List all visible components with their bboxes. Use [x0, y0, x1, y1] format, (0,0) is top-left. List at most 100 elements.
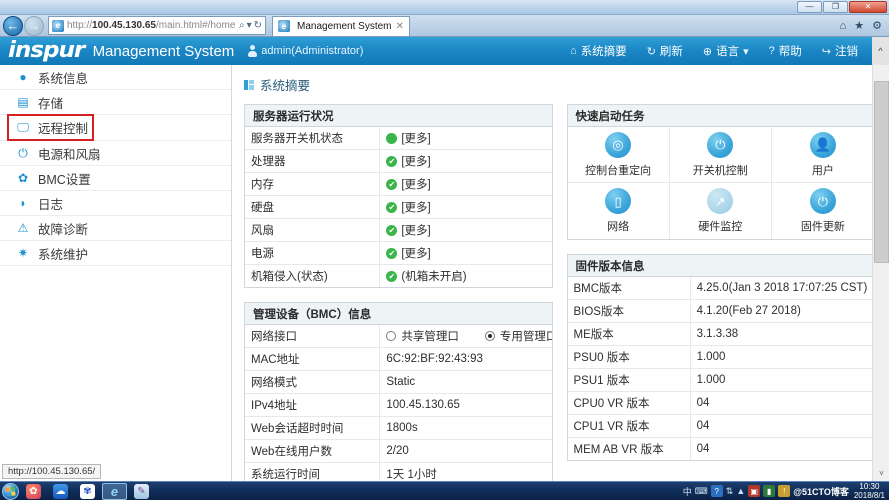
tab-close-icon[interactable]: ✕ [396, 21, 404, 32]
search-icon[interactable]: ⌕ [239, 20, 245, 31]
notification-icon[interactable]: ! [778, 485, 791, 497]
close-button[interactable]: ✕ [849, 1, 887, 13]
window-titlebar: — ❐ ✕ [0, 0, 889, 15]
row-value: 04 [690, 391, 874, 415]
more-link[interactable]: [更多] [401, 202, 430, 214]
quick-task-users[interactable]: 👤 用户 [771, 127, 874, 183]
topnav-label: 系统摘要 [580, 46, 627, 58]
table-row: MAC地址 6C:92:BF:92:43:93 [245, 347, 552, 371]
row-key: 服务器开关机状态 [245, 127, 381, 150]
topnav-item-help[interactable]: ? 帮助 [759, 43, 812, 59]
sidebar-item-system-info[interactable]: ● 系统信息 [0, 65, 231, 90]
sync-icon[interactable]: ⇅ [726, 486, 734, 497]
topnav-item-logout[interactable]: ↪ 注销 [812, 43, 868, 59]
table-row: ME版本 3.1.3.38 [567, 322, 874, 346]
taskbar-app-baidu[interactable]: ✾ [75, 483, 100, 500]
topnav-item-refresh[interactable]: ↻ 刷新 [637, 43, 693, 59]
tools-icon: ✷ [17, 246, 29, 260]
taskbar-app-ie[interactable]: e [102, 482, 127, 500]
antivirus-icon[interactable]: ▣ [748, 485, 761, 497]
refresh-icon[interactable]: ↻ [254, 20, 262, 31]
browser-tab[interactable]: e Management System ✕ [272, 15, 410, 36]
help-icon[interactable]: ? [710, 485, 723, 497]
topnav-label: 帮助 [778, 46, 802, 58]
maximize-button[interactable]: ❐ [823, 1, 848, 13]
quick-task-label: 网络 [607, 221, 630, 233]
address-bar[interactable]: e http://100.45.130.65/main.html#/home ⌕… [48, 16, 266, 35]
sidebar-item-fault-diagnosis[interactable]: ⚠ 故障诊断 [0, 216, 231, 241]
firmware-version-panel: 固件版本信息 BMC版本 4.25.0(Jan 3 2018 17:07:25 C… [566, 254, 875, 461]
start-button[interactable] [2, 482, 19, 500]
app-header: inspur Management System admin(Administr… [0, 37, 889, 65]
quick-tasks-grid: ◎ 控制台重定向 ⏻ 开关机控制 👤 用户 ▯ 网络 ↗ 硬件监控 ⏻ 固件更新 [567, 127, 875, 239]
row-key: PSU0 版本 [567, 345, 691, 369]
table-row: Web在线用户数 2/20 [245, 439, 552, 463]
table-row: PSU1 版本 1.000 [567, 368, 874, 392]
topnav-item-system-summary[interactable]: ⌂ 系统摘要 [560, 43, 637, 59]
taskbar-app-colorful[interactable]: ✿ [21, 483, 46, 500]
taskbar-clock[interactable]: 10:30 2018/8/1 [852, 482, 885, 500]
radio-label: 专用管理口 [499, 331, 552, 343]
table-row: 内存 [更多] [245, 172, 552, 196]
status-check-icon [386, 248, 398, 259]
topnav-item-language[interactable]: ⊕ 语言 ▾ [693, 43, 759, 59]
radio-shared-port[interactable]: 共享管理口 [386, 328, 459, 344]
scrollbar-down-arrow[interactable]: ˅ [873, 465, 889, 481]
monitor-icon: ▯ [605, 188, 632, 214]
home-icon[interactable]: ⌂ [840, 20, 847, 32]
status-bar-url: http://100.45.130.65/ [2, 464, 102, 479]
table-row: PSU0 版本 1.000 [567, 345, 874, 369]
quick-task-console-redirect[interactable]: ◎ 控制台重定向 [567, 127, 670, 183]
quick-task-power-control[interactable]: ⏻ 开关机控制 [669, 127, 772, 183]
back-button[interactable]: ← [3, 15, 23, 36]
row-value: Static [379, 370, 552, 394]
table-row: BMC版本 4.25.0(Jan 3 2018 17:07:25 CST) [567, 277, 874, 300]
chevron-down-icon[interactable]: ▾ [247, 20, 252, 31]
row-value: 1天 1小时 [386, 469, 437, 481]
forward-button[interactable]: → [24, 15, 44, 36]
keyboard-icon[interactable]: ⌨ [695, 486, 708, 497]
row-value: (机箱未开启) [380, 265, 552, 288]
current-user: admin(Administrator) [248, 45, 363, 57]
row-value: 4.25.0(Jan 3 2018 17:07:25 CST) [690, 277, 874, 300]
chassis-state-text: (机箱未开启) [401, 271, 467, 283]
favorites-star-icon[interactable]: ★ [854, 19, 864, 32]
sidebar-item-logs[interactable]: ◗ 日志 [0, 191, 231, 216]
row-value: [更多] [379, 241, 552, 265]
more-link[interactable]: [更多] [401, 248, 430, 260]
more-link[interactable]: [更多] [401, 179, 430, 191]
row-key: 风扇 [245, 218, 381, 242]
row-key: 电源 [245, 241, 381, 265]
show-hidden-icons-arrow[interactable]: ▲ [736, 486, 745, 496]
quick-task-hardware-monitor[interactable]: ↗ 硬件监控 [670, 183, 772, 239]
ime-indicator[interactable]: 中 [683, 485, 692, 498]
sidebar-item-label: 日志 [38, 197, 64, 212]
sidebar-item-label: 远程控制 [38, 122, 89, 136]
scrollbar-up-arrow[interactable]: ^ [872, 37, 889, 65]
monitor-icon: 🖵 [17, 120, 29, 134]
minimize-button[interactable]: — [797, 1, 822, 13]
sidebar-item-storage[interactable]: ▤ 存储 [0, 90, 231, 115]
radio-button-icon[interactable] [386, 331, 397, 341]
more-link[interactable]: [更多] [401, 156, 430, 168]
quick-task-firmware-update[interactable]: ⏻ 固件更新 [772, 183, 874, 239]
page-title: 系统摘要 [244, 75, 875, 94]
table-row: BIOS版本 4.1.20(Feb 27 2018) [567, 299, 874, 323]
row-value: 2/20 [379, 439, 552, 463]
page-scrollbar[interactable]: ˅ [872, 65, 889, 481]
sidebar-item-remote-control[interactable]: 🖵 远程控制 [7, 114, 94, 141]
quick-task-network[interactable]: ▯ 网络 [568, 183, 670, 239]
taskbar-app-paint[interactable]: ✎ [129, 483, 154, 500]
more-link[interactable]: [更多] [401, 133, 430, 145]
tools-gear-icon[interactable]: ⚙ [872, 19, 882, 32]
taskbar-app-cloud[interactable]: ☁ [48, 483, 73, 500]
radio-dedicated-port[interactable]: 专用管理口 [484, 328, 552, 344]
logout-arrow-icon: ↪ [821, 45, 831, 58]
more-link[interactable]: [更多] [401, 225, 430, 237]
battery-icon[interactable]: ▮ [763, 485, 776, 497]
radio-button-selected-icon[interactable] [484, 331, 495, 341]
sidebar-item-system-maintenance[interactable]: ✷ 系统维护 [0, 241, 231, 266]
sidebar-item-power-and-fan[interactable]: ⏻ 电源和风扇 [0, 141, 231, 166]
sidebar-item-bmc-settings[interactable]: ✿ BMC设置 [0, 166, 231, 191]
scrollbar-thumb[interactable] [874, 81, 889, 263]
